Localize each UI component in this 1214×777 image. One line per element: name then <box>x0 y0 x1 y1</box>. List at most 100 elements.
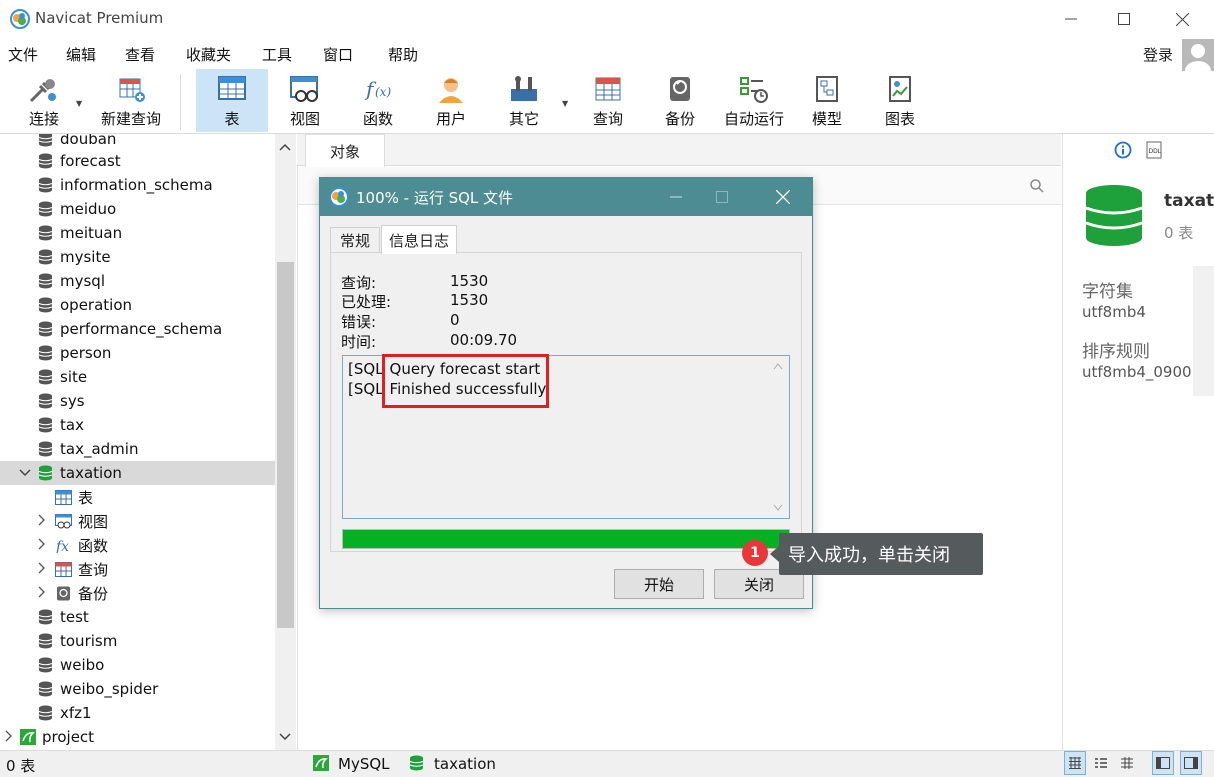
stat-time-label: 时间: <box>341 333 377 351</box>
start-button[interactable]: 开始 <box>614 569 704 599</box>
menu-tools[interactable]: 工具 <box>262 44 292 65</box>
tree-db-tax[interactable]: tax <box>0 413 275 437</box>
scroll-down-icon[interactable] <box>279 730 291 744</box>
tree-db-mysql[interactable]: mysql <box>0 269 275 293</box>
detail-view-button[interactable] <box>1116 751 1138 775</box>
menu-help[interactable]: 帮助 <box>388 44 418 65</box>
tree-db-label: meituan <box>60 224 123 242</box>
dialog-minimize-button[interactable] <box>653 178 699 216</box>
dialog-maximize-button <box>699 178 745 216</box>
other-button[interactable]: 其它 <box>488 69 560 132</box>
toggle-right-panel-button[interactable] <box>1180 751 1202 775</box>
tree-db-meiduo[interactable]: meiduo <box>0 197 275 221</box>
tree-db-site[interactable]: site <box>0 365 275 389</box>
chevron-right-icon[interactable] <box>35 538 49 553</box>
tree-db-weibo_spider[interactable]: weibo_spider <box>0 677 275 701</box>
grid-view-button[interactable] <box>1064 751 1086 775</box>
collapse-up-icon[interactable] <box>279 140 291 154</box>
tree-db-meituan[interactable]: meituan <box>0 221 275 245</box>
tree-connection-project[interactable]: project <box>0 725 275 749</box>
chevron-right-icon[interactable] <box>35 514 49 529</box>
db-name: taxat <box>1164 191 1214 211</box>
tree-db-label: mysql <box>60 272 105 290</box>
dialog-close-button[interactable] <box>760 178 806 216</box>
chevron-down-icon[interactable] <box>18 466 32 480</box>
backup-icon <box>664 74 696 104</box>
tree-db-person[interactable]: person <box>0 341 275 365</box>
tree-db-sys[interactable]: sys <box>0 389 275 413</box>
chevron-right-icon[interactable] <box>2 730 16 745</box>
tree-db-taxation[interactable]: taxation <box>0 461 275 485</box>
automation-icon <box>738 74 770 104</box>
search-icon[interactable] <box>1030 179 1044 193</box>
database-icon <box>38 297 53 313</box>
chevron-right-icon[interactable] <box>35 586 49 601</box>
tree-db-mysite[interactable]: mysite <box>0 245 275 269</box>
tab-objects[interactable]: 对象 <box>305 134 385 167</box>
database-icon <box>38 273 53 289</box>
tree-db-information_schema[interactable]: information_schema <box>0 173 275 197</box>
model-label: 模型 <box>811 110 842 128</box>
sidebar-scroll-thumb[interactable] <box>277 262 294 628</box>
tree-item-functions[interactable]: fx 函数 <box>0 533 275 557</box>
tree-db-performance_schema[interactable]: performance_schema <box>0 317 275 341</box>
info-icon[interactable] <box>1114 141 1132 159</box>
tree-db-weibo[interactable]: weibo <box>0 653 275 677</box>
tree-item-backups[interactable]: 备份 <box>0 581 275 605</box>
minimize-button[interactable] <box>1045 0 1097 38</box>
close-window-button[interactable] <box>1156 0 1208 38</box>
tree-item-queries[interactable]: 查询 <box>0 557 275 581</box>
tree-item-tables[interactable]: 表 <box>0 485 275 509</box>
tree-db-label: site <box>60 368 88 386</box>
object-tab-bar <box>297 134 1061 166</box>
tree-db-forecast[interactable]: forecast <box>0 149 275 173</box>
maximize-button[interactable] <box>1098 0 1150 38</box>
database-icon <box>38 201 53 217</box>
tab-message-log[interactable]: 信息日志 <box>381 225 457 254</box>
tree-db-test[interactable]: test <box>0 605 275 629</box>
tree-db-tourism[interactable]: tourism <box>0 629 275 653</box>
query-button[interactable]: 查询 <box>572 69 644 132</box>
connect-dropdown-icon[interactable]: ▼ <box>76 99 82 108</box>
login-link[interactable]: 登录 <box>1143 44 1173 65</box>
model-button[interactable]: 模型 <box>791 69 863 132</box>
chart-button[interactable]: 图表 <box>864 69 936 132</box>
tree-db-xfz1[interactable]: xfz1 <box>0 701 275 725</box>
menu-edit[interactable]: 编辑 <box>66 44 96 65</box>
backup-button[interactable]: 备份 <box>644 69 716 132</box>
database-icon <box>38 134 53 147</box>
menu-file[interactable]: 文件 <box>8 44 38 65</box>
new-query-button[interactable]: 新建查询 <box>86 69 176 132</box>
toggle-left-panel-button[interactable] <box>1152 751 1174 775</box>
menu-favorites[interactable]: 收藏夹 <box>186 44 231 65</box>
mysql-connection-icon <box>20 729 36 745</box>
function-button[interactable]: f (x) 函数 <box>342 69 414 132</box>
scroll-up-icon[interactable] <box>773 362 783 370</box>
view-button[interactable]: 视图 <box>269 69 341 132</box>
database-icon <box>38 249 53 265</box>
tree-item-views[interactable]: 视图 <box>0 509 275 533</box>
connect-button[interactable]: 连接 <box>8 69 80 132</box>
avatar[interactable] <box>1182 39 1214 71</box>
database-icon <box>38 369 53 385</box>
user-button[interactable]: 用户 <box>415 69 487 132</box>
scroll-down-icon[interactable] <box>773 504 783 512</box>
info-scrollbar[interactable] <box>1193 266 1214 396</box>
other-dropdown-icon[interactable]: ▼ <box>562 99 568 108</box>
function-label: 函数 <box>362 110 393 128</box>
ddl-icon[interactable]: DDL <box>1145 141 1163 159</box>
collation-value: utf8mb4_0900 <box>1082 363 1192 381</box>
query-icon <box>55 561 72 577</box>
tree-db-tax_admin[interactable]: tax_admin <box>0 437 275 461</box>
table-button[interactable]: 表 <box>196 69 268 132</box>
tree-db-operation[interactable]: operation <box>0 293 275 317</box>
user-label: 用户 <box>435 110 466 128</box>
chevron-right-icon[interactable] <box>35 562 49 577</box>
list-view-button[interactable] <box>1090 751 1112 775</box>
automation-button[interactable]: 自动运行 <box>717 69 791 132</box>
dialog-title-bar[interactable]: 100% - 运行 SQL 文件 <box>320 178 812 216</box>
tab-general[interactable]: 常规 <box>330 227 380 253</box>
menu-window[interactable]: 窗口 <box>323 44 353 65</box>
menu-view[interactable]: 查看 <box>125 44 155 65</box>
tree-item-label: 查询 <box>78 560 109 579</box>
